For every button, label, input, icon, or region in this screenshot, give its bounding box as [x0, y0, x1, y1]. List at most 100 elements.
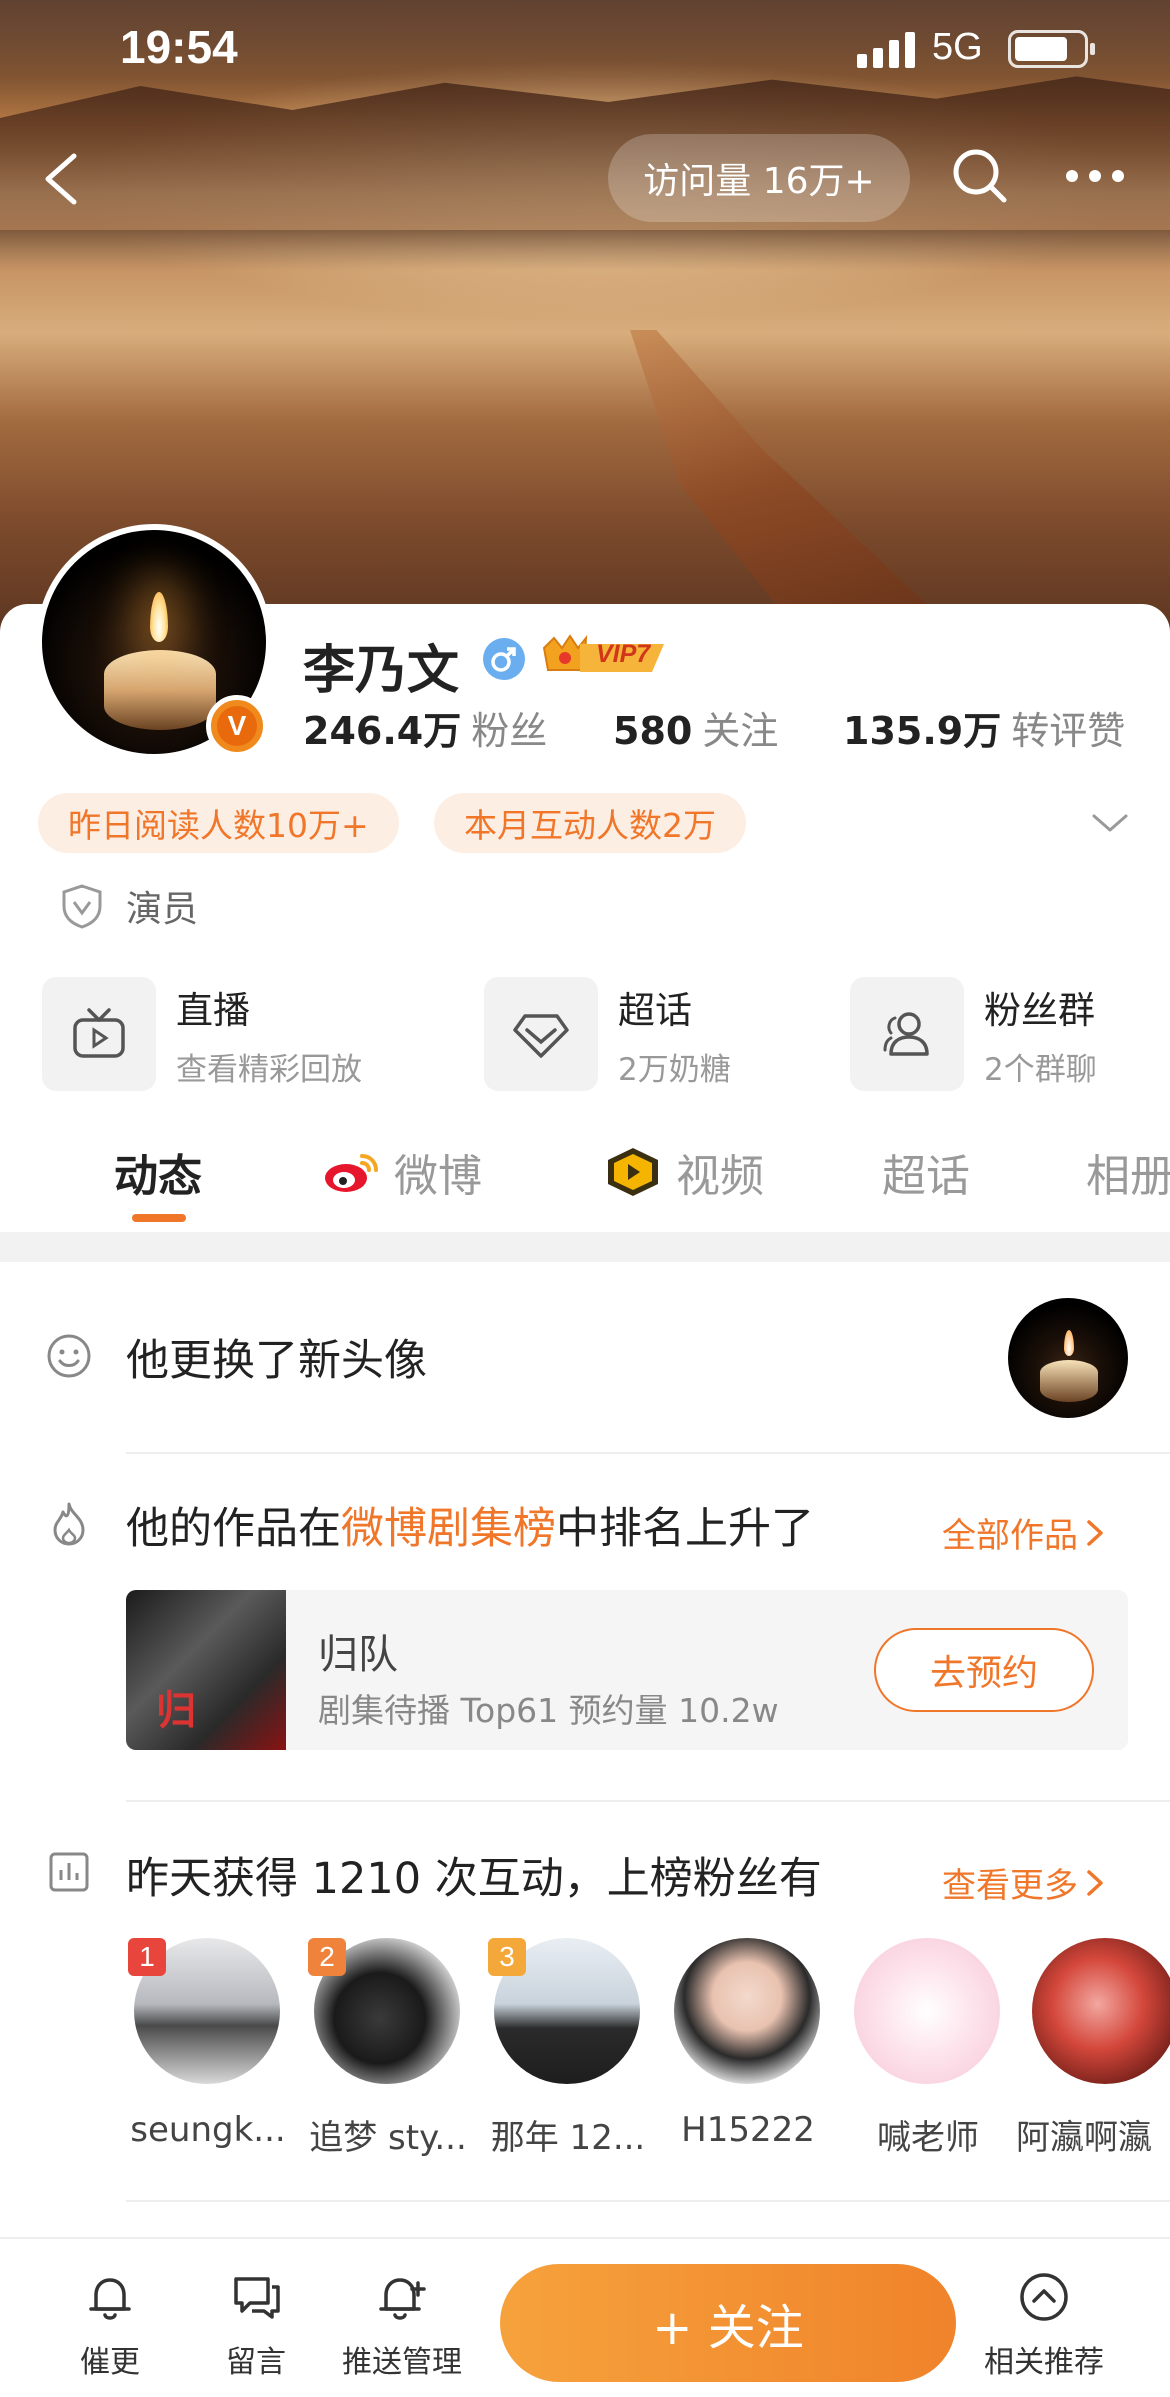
bottom-action-bar: 催更 留言 推送管理 + 关注 相关推荐: [0, 2237, 1170, 2397]
profile-stats: 246.4万 粉丝 580 关注 135.9万 转评赞: [303, 700, 1163, 756]
battery-icon: [1008, 30, 1095, 68]
work-poster: 归: [126, 1590, 286, 1750]
tab-activity-label: 动态: [114, 1151, 202, 1202]
stat-likes[interactable]: 135.9万 转评赞: [843, 700, 1125, 755]
top-fans-row: 1 seungk... 2 追梦 sty... 3 那年 12... H1522…: [0, 1938, 1170, 2158]
bell-icon: [89, 2278, 131, 2320]
fan-avatar: [674, 1938, 820, 2084]
work-title: 归队: [318, 1632, 398, 1678]
chevron-up-circle-icon: [1020, 2273, 1068, 2321]
bell-plus-icon: [379, 2278, 426, 2320]
follow-label: + 关注: [652, 2300, 804, 2356]
feature-live-sub: 查看精彩回放: [176, 1051, 362, 1088]
ranking-text: 他的作品在微博剧集榜中排名上升了: [126, 1494, 814, 1556]
work-card[interactable]: 归 归队 剧集待播 Top61 预约量 10.2w 去预约: [126, 1590, 1128, 1750]
tag-reads[interactable]: 昨日阅读人数10万+: [38, 793, 399, 853]
tab-weibo-label: 微博: [394, 1151, 482, 1202]
reserve-button[interactable]: 去预约: [874, 1628, 1094, 1712]
fan-avatar: [1032, 1938, 1170, 2084]
stat-following-num: 580: [613, 709, 693, 753]
stat-likes-label: 转评赞: [1011, 709, 1126, 753]
search-button[interactable]: [948, 144, 1012, 208]
chevron-left-icon: [45, 153, 77, 205]
remind-update-label: 催更: [80, 2345, 140, 2380]
tag-interactions[interactable]: 本月互动人数2万: [434, 793, 746, 853]
stat-fans-num: 246.4万: [303, 709, 462, 753]
fan-rank-badge: 3: [488, 1938, 526, 1976]
male-symbol-icon: [491, 647, 516, 672]
fan-avatar: [854, 1938, 1000, 2084]
search-icon: [953, 149, 1007, 203]
fan-name: 追梦 sty...: [309, 2118, 467, 2158]
all-works-link[interactable]: 全部作品: [942, 1508, 1106, 1557]
feature-live-title: 直播: [176, 988, 250, 1032]
tab-album[interactable]: 相册: [1086, 1140, 1170, 1204]
cover-reflection: [0, 230, 1170, 270]
feature-fangroup[interactable]: 粉丝群 2个群聊: [850, 975, 1097, 1093]
profile-tags: 昨日阅读人数10万+ 本月互动人数2万: [38, 793, 1138, 855]
ranking-suffix: 中排名上升了: [556, 1504, 814, 1554]
status-bar: 19:54 5G: [0, 0, 1170, 100]
role-label: 演员: [126, 889, 199, 930]
feature-fangroup-sub: 2个群聊: [984, 1051, 1097, 1088]
fan-name: seungk...: [130, 2110, 286, 2150]
flame-image: [1064, 1330, 1074, 1356]
feature-row: 直播 查看精彩回放 超话 2万奶糖 粉丝群 2个群聊: [0, 975, 1170, 1093]
fan-name: H15222: [681, 2110, 815, 2150]
vip-badge[interactable]: VIP7: [540, 630, 670, 680]
see-more-link[interactable]: 查看更多: [942, 1858, 1106, 1907]
tab-weibo[interactable]: 微博: [322, 1140, 482, 1204]
stat-likes-num: 135.9万: [843, 709, 1002, 753]
feature-supertopic[interactable]: 超话 2万奶糖: [484, 975, 731, 1093]
stat-following[interactable]: 580 关注: [613, 700, 778, 755]
push-settings-label: 推送管理: [342, 2345, 462, 2380]
tab-supertopic[interactable]: 超话: [882, 1140, 970, 1204]
ranking-highlight[interactable]: 微博剧集榜: [341, 1504, 556, 1554]
tab-album-label: 相册: [1086, 1151, 1170, 1202]
chevron-right-icon: [1087, 1519, 1103, 1546]
vip-label: VIP7: [596, 640, 651, 668]
push-settings-button[interactable]: 推送管理: [332, 2269, 472, 2381]
verified-badge-label: V: [217, 706, 257, 746]
top-bar: 访问量 16万+: [0, 130, 1170, 226]
stat-fans-label: 粉丝: [471, 709, 548, 753]
more-dots-icon: [1066, 170, 1124, 182]
more-button[interactable]: [1060, 144, 1130, 208]
profile-name: 李乃文: [303, 641, 460, 701]
flame-image: [150, 592, 168, 642]
related-recommend-button[interactable]: 相关推荐: [974, 2269, 1114, 2381]
status-time: 19:54: [120, 21, 238, 73]
fan-name: 阿瀛啊瀛: [1016, 2118, 1152, 2158]
smile-icon: [47, 1334, 91, 1378]
feature-supertopic-title: 超话: [618, 988, 692, 1032]
section-separator: [0, 1232, 1170, 1262]
tab-activity[interactable]: 动态: [114, 1140, 202, 1204]
message-label: 留言: [226, 2345, 286, 2380]
video-play-icon: [608, 1148, 658, 1196]
tab-video[interactable]: 视频: [604, 1140, 764, 1204]
feature-live[interactable]: 直播 查看精彩回放: [42, 975, 362, 1093]
all-works-label: 全部作品: [942, 1516, 1078, 1556]
visit-count-pill[interactable]: 访问量 16万+: [608, 134, 910, 222]
fire-icon: [53, 1502, 85, 1546]
role-line: 演员: [60, 880, 198, 932]
message-button[interactable]: 留言: [186, 2269, 326, 2381]
fan-rank-badge: 2: [308, 1938, 346, 1976]
work-subtitle: 剧集待播 Top61 预约量 10.2w: [318, 1691, 779, 1730]
ranking-prefix: 他的作品在: [126, 1504, 341, 1554]
chevron-right-icon: [1087, 1869, 1103, 1896]
tv-icon: [73, 1008, 125, 1058]
related-recommend-label: 相关推荐: [984, 2345, 1104, 2380]
expand-button[interactable]: [1090, 808, 1130, 838]
stat-fans[interactable]: 246.4万 粉丝: [303, 700, 547, 755]
stat-following-label: 关注: [702, 709, 779, 753]
fan-name: 那年 12...: [490, 2118, 646, 2158]
network-label: 5G: [932, 26, 983, 68]
follow-button[interactable]: + 关注: [500, 2264, 956, 2382]
new-avatar-thumb[interactable]: [1008, 1298, 1128, 1418]
avatar-update-text: 他更换了新头像: [126, 1336, 427, 1386]
weibo-icon: [325, 1154, 378, 1192]
remind-update-button[interactable]: 催更: [40, 2269, 180, 2381]
back-button[interactable]: [30, 144, 100, 214]
bar-chart-icon: [49, 1852, 89, 1892]
